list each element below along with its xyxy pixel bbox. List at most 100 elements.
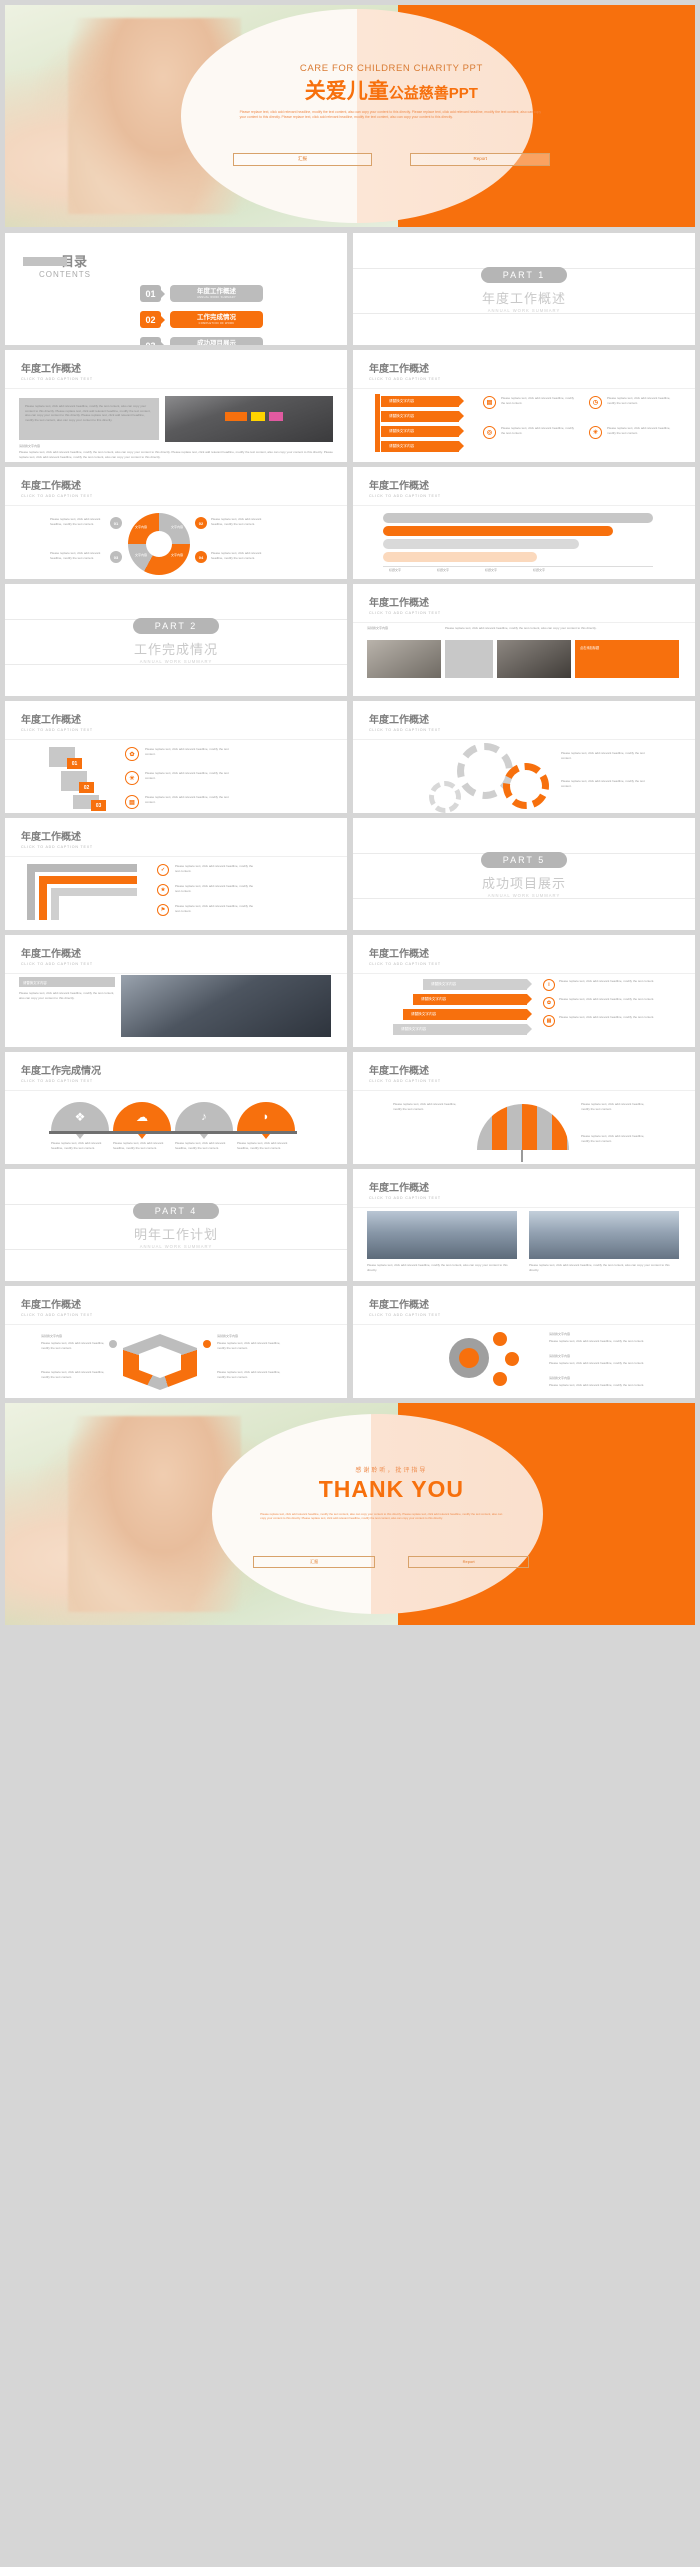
arrow-light <box>51 888 137 896</box>
slide-title: 年度工作概述 <box>369 481 429 492</box>
divider-line-bottom <box>353 898 695 899</box>
slide-title: 年度工作概述 <box>21 715 81 726</box>
gear-text: Please replace text, click add relevant … <box>561 751 645 760</box>
slide-title: 年度工作概述 <box>21 1300 81 1311</box>
report-button-cn[interactable]: 汇报 <box>253 1556 375 1569</box>
donut-marker: 02 <box>195 517 207 529</box>
step-text: Please replace text, click add relevant … <box>145 747 229 756</box>
report-button-cn[interactable]: 汇报 <box>232 152 373 166</box>
part-title-en: ANNUAL WORK SUMMARY <box>487 308 561 313</box>
slide-chevron-list[interactable]: 年度工作概述 CLICK TO ADD CAPTION TEXT 请替换文字内容… <box>353 350 695 462</box>
slide-gears[interactable]: 年度工作概述 CLICK TO ADD CAPTION TEXT Please … <box>353 701 695 813</box>
text-panel: Please replace text, click add relevant … <box>19 398 159 440</box>
contents-pill: 年度工作概述 ANNUAL WORK SUMMARY <box>170 285 263 302</box>
dome-text: Please replace text, click add relevant … <box>175 1141 226 1150</box>
part-label: PART 5 <box>480 852 568 868</box>
report-button-en[interactable]: Report <box>410 152 551 166</box>
banner-row[interactable]: 请替换文字内容 <box>423 979 532 990</box>
header-rule <box>5 388 347 389</box>
hex-body: Please replace text, click add relevant … <box>217 1341 281 1350</box>
item-text: Please replace text, click add relevant … <box>607 426 671 435</box>
banner-row[interactable]: 请替换文字内容 <box>393 1024 532 1035</box>
slide-part-1[interactable]: PART 1 年度工作概述 ANNUAL WORK SUMMARY <box>353 233 695 345</box>
step-number: 02 <box>79 782 94 793</box>
building-text: Please replace text, click add relevant … <box>529 1263 670 1272</box>
slide-steps[interactable]: 年度工作概述 CLICK TO ADD CAPTION TEXT 01 02 0… <box>5 701 347 813</box>
panel-body-text: Please replace text, click add relevant … <box>25 404 151 422</box>
chart-icon: ▤ <box>543 1015 555 1027</box>
banner-label: 请替换文字内容 <box>401 1027 427 1031</box>
slide-hexagon-loop[interactable]: 年度工作概述 CLICK TO ADD CAPTION TEXT 请替换文字内容… <box>5 1286 347 1398</box>
meeting-photo <box>367 640 441 678</box>
slide-header: 年度工作概述 CLICK TO ADD CAPTION TEXT <box>369 715 441 732</box>
slide-banners[interactable]: 年度工作概述 CLICK TO ADD CAPTION TEXT 请替换文字内容… <box>353 935 695 1047</box>
list-item[interactable]: 03 成功项目展示 SUCCESSFUL PROJECT <box>140 337 263 345</box>
report-button-en[interactable]: Report <box>407 1556 530 1569</box>
chevron-row[interactable]: 请替换文字内容 <box>381 396 464 407</box>
legend-item: 标题文字 <box>485 568 498 572</box>
lead-body: Please replace text, click add relevant … <box>445 626 597 630</box>
list-item[interactable]: 02 工作完成情况 COMPLETION OF WORK <box>140 311 263 328</box>
node-dot <box>109 1340 117 1348</box>
check-icon: ✓ <box>157 864 169 876</box>
slide-icon-domes[interactable]: 年度工作完成情况 CLICK TO ADD CAPTION TEXT ❖ ☁ ♪… <box>5 1052 347 1164</box>
list-item[interactable]: 01 年度工作概述 ANNUAL WORK SUMMARY <box>140 285 263 302</box>
divider-line-bottom <box>353 313 695 314</box>
donut-text: Please replace text, click add relevant … <box>211 551 262 560</box>
thanks-buttons: 汇报 Report <box>253 1556 530 1569</box>
slide-cover[interactable]: CARE FOR CHILDREN CHARITY PPT 关爱儿童公益慈善PP… <box>5 5 695 227</box>
slide-title: 年度工作概述 <box>369 949 429 960</box>
slide-writing-photo[interactable]: 年度工作概述 CLICK TO ADD CAPTION TEXT 请替换文字内容… <box>5 935 347 1047</box>
slide-contents[interactable]: 目录 CONTENTS 01 年度工作概述 ANNUAL WORK SUMMAR… <box>5 233 347 345</box>
node-text: 请替换文字内容 <box>549 1332 571 1336</box>
ppt-template-preview: CARE FOR CHILDREN CHARITY PPT 关爱儿童公益慈善PP… <box>0 0 700 2567</box>
slide-part-2[interactable]: PART 2 工作完成情况 ANNUAL WORK SUMMARY <box>5 584 347 696</box>
contents-title-group: 目录 CONTENTS <box>23 255 91 279</box>
banner-label: 请替换文字内容 <box>421 997 447 1001</box>
slide-bar-chart[interactable]: 年度工作概述 CLICK TO ADD CAPTION TEXT 标题文字 标题… <box>353 467 695 579</box>
hex-body: Please replace text, click add relevant … <box>41 1341 105 1350</box>
icon-text-item: ▤ <box>483 396 496 409</box>
cloud-upload-icon: ☁ <box>113 1102 171 1131</box>
hex-text: 请替换文字内容 <box>41 1334 63 1338</box>
slide-node-diagram[interactable]: 年度工作概述 CLICK TO ADD CAPTION TEXT 请替换文字内容… <box>353 1286 695 1398</box>
chevron-row[interactable]: 请替换文字内容 <box>381 411 464 422</box>
gear-icon: ✿ <box>125 747 139 761</box>
header-rule <box>5 505 347 506</box>
contents-number: 01 <box>140 285 161 302</box>
chevron-row[interactable]: 请替换文字内容 <box>381 426 464 437</box>
lead-text: 请替换文字内容 <box>367 626 389 630</box>
photo-badge-pink <box>269 412 283 421</box>
gear-text: Please replace text, click add relevant … <box>561 779 645 788</box>
banner-row[interactable]: 请替换文字内容 <box>413 994 532 1005</box>
microphone-icon: ♪ <box>175 1102 233 1131</box>
part-label: PART 2 <box>132 618 220 634</box>
slide-header: 年度工作概述 CLICK TO ADD CAPTION TEXT <box>369 598 441 615</box>
chevron-label: 请替换文字内容 <box>389 444 415 448</box>
branch-node <box>493 1332 507 1346</box>
part-title-cn: 明年工作计划 <box>133 1227 218 1242</box>
slide-arrows[interactable]: 年度工作概述 CLICK TO ADD CAPTION TEXT ✓ Pleas… <box>5 818 347 930</box>
slide-umbrella[interactable]: 年度工作概述 CLICK TO ADD CAPTION TEXT Please … <box>353 1052 695 1164</box>
slide-team-photos[interactable]: 年度工作概述 CLICK TO ADD CAPTION TEXT 请替换文字内容… <box>353 584 695 696</box>
gear-icon-small-grey <box>429 781 461 813</box>
bulb-icon: ☀ <box>125 771 139 785</box>
arrow-text: Please replace text, click add relevant … <box>175 864 254 873</box>
slide-donut-chart[interactable]: 年度工作概述 CLICK TO ADD CAPTION TEXT 文字内容 文字… <box>5 467 347 579</box>
slide-thank-you[interactable]: 感谢聆听，批评指导 THANK YOU Please replace text,… <box>5 1403 695 1625</box>
slide-title: 年度工作概述 <box>369 1066 429 1077</box>
slide-part-4[interactable]: PART 4 明年工作计划 ANNUAL WORK SUMMARY <box>5 1169 347 1281</box>
header-rule <box>353 739 695 740</box>
bar <box>383 539 579 549</box>
chevron-row[interactable]: 请替换文字内容 <box>381 441 464 452</box>
slide-buildings[interactable]: 年度工作概述 CLICK TO ADD CAPTION TEXT Please … <box>353 1169 695 1281</box>
slide-caption: CLICK TO ADD CAPTION TEXT <box>21 962 93 966</box>
writing-photo <box>121 975 331 1037</box>
arrow-text: Please replace text, click add relevant … <box>175 884 254 893</box>
slide-caption: CLICK TO ADD CAPTION TEXT <box>369 728 441 732</box>
dropbox-icon: ❖ <box>51 1102 109 1131</box>
slide-overview-photo[interactable]: 年度工作概述 CLICK TO ADD CAPTION TEXT Please … <box>5 350 347 462</box>
slide-part-5[interactable]: PART 5 成功项目展示 ANNUAL WORK SUMMARY <box>353 818 695 930</box>
arrow-orange <box>39 876 137 884</box>
banner-row[interactable]: 请替换文字内容 <box>403 1009 532 1020</box>
